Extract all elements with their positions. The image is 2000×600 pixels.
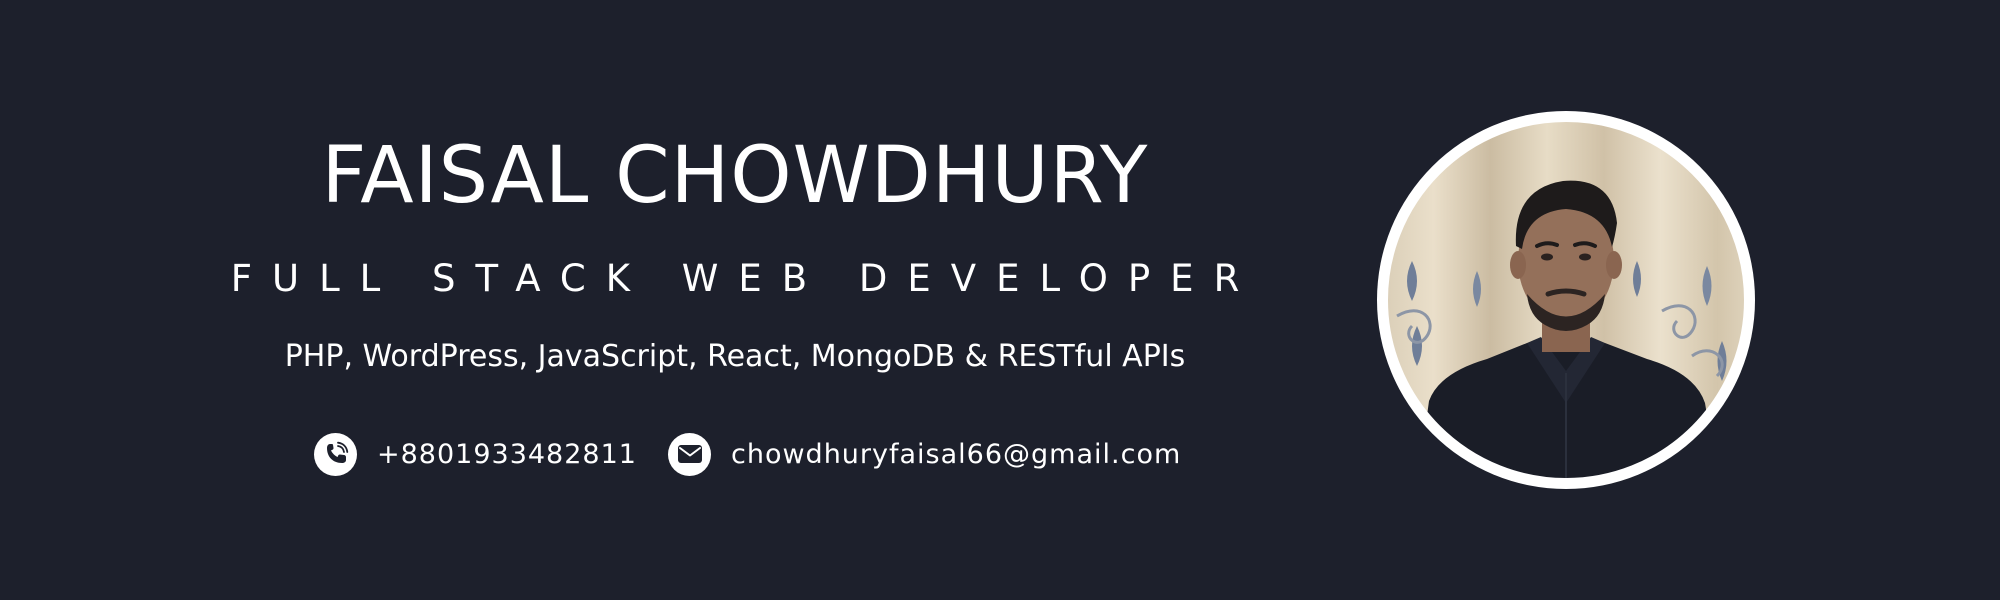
email-address: chowdhuryfaisal66@gmail.com — [731, 438, 1182, 470]
phone-icon — [314, 432, 357, 476]
phone-contact[interactable]: +8801933482811 — [314, 430, 637, 478]
phone-number: +8801933482811 — [377, 438, 637, 470]
profile-role: FULL STACK WEB DEVELOPER — [230, 257, 1260, 300]
profile-name: FAISAL CHOWDHURY — [321, 131, 1149, 221]
profile-skills: PHP, WordPress, JavaScript, React, Mongo… — [284, 339, 1186, 374]
mail-icon — [668, 432, 711, 476]
profile-photo-illustration — [1386, 120, 1746, 480]
email-contact[interactable]: chowdhuryfaisal66@gmail.com — [668, 430, 1181, 478]
profile-photo — [1377, 111, 1755, 489]
profile-banner: FAISAL CHOWDHURY FULL STACK WEB DEVELOPE… — [0, 0, 2000, 600]
